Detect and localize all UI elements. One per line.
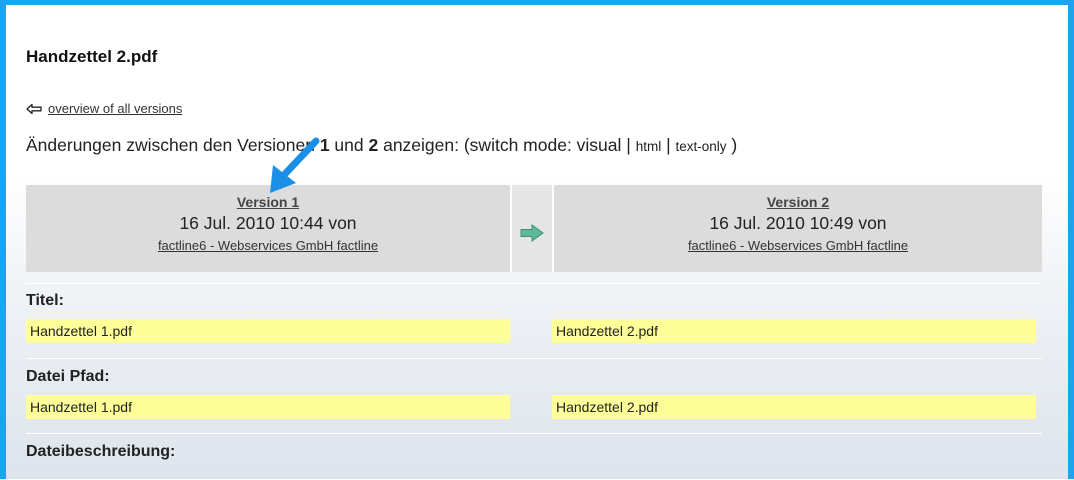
overview-link[interactable]: overview of all versions: [48, 101, 182, 116]
version-2-date: 16 Jul. 2010 10:49 von: [709, 213, 887, 233]
field-label-datei-pfad: Datei Pfad:: [26, 368, 110, 385]
mode-html-link[interactable]: html: [636, 139, 662, 154]
compare-suffix: anzeigen: (switch mode: visual |: [378, 135, 636, 155]
version-1-cell: Version 1 16 Jul. 2010 10:44 von factlin…: [26, 185, 510, 272]
annotation-arrow-icon: [270, 137, 320, 193]
titel-new-value: Handzettel 2.pdf: [552, 319, 1036, 343]
right-arrow-icon: [520, 223, 544, 242]
page-title: Handzettel 2.pdf: [26, 47, 158, 66]
compare-middle: und: [329, 135, 369, 155]
datei-pfad-old-value: Handzettel 1.pdf: [26, 395, 510, 419]
version-1-author-link[interactable]: factline6 - Webservices GmbH factline: [26, 235, 510, 257]
diff-panel: Handzettel 2.pdf overview of all version…: [0, 0, 1074, 479]
datei-pfad-new-value: Handzettel 2.pdf: [552, 395, 1036, 419]
version-arrow-cell: [510, 185, 554, 272]
version-1-date: 16 Jul. 2010 10:44 von: [179, 213, 357, 233]
version-b-number: 2: [368, 135, 379, 155]
mode-text-only-link[interactable]: text-only: [675, 139, 726, 154]
back-arrow-icon[interactable]: [26, 103, 42, 115]
version-header: Version 1 16 Jul. 2010 10:44 von factlin…: [26, 185, 1042, 272]
field-label-titel: Titel:: [26, 292, 64, 309]
mode-separator: |: [661, 135, 676, 155]
version-2-author-link[interactable]: factline6 - Webservices GmbH factline: [554, 235, 1042, 257]
version-2-link[interactable]: Version 2: [554, 193, 1042, 211]
compare-close: ): [726, 135, 738, 155]
divider: [26, 358, 1042, 359]
version-2-cell: Version 2 16 Jul. 2010 10:49 von factlin…: [554, 185, 1042, 272]
divider: [26, 433, 1042, 434]
titel-old-value: Handzettel 1.pdf: [26, 319, 510, 343]
field-label-dateibeschreibung: Dateibeschreibung:: [26, 443, 176, 460]
back-navigation: overview of all versions: [26, 101, 182, 116]
compare-description: Änderungen zwischen den Versionen 1 und …: [26, 135, 737, 156]
divider: [26, 283, 1042, 284]
